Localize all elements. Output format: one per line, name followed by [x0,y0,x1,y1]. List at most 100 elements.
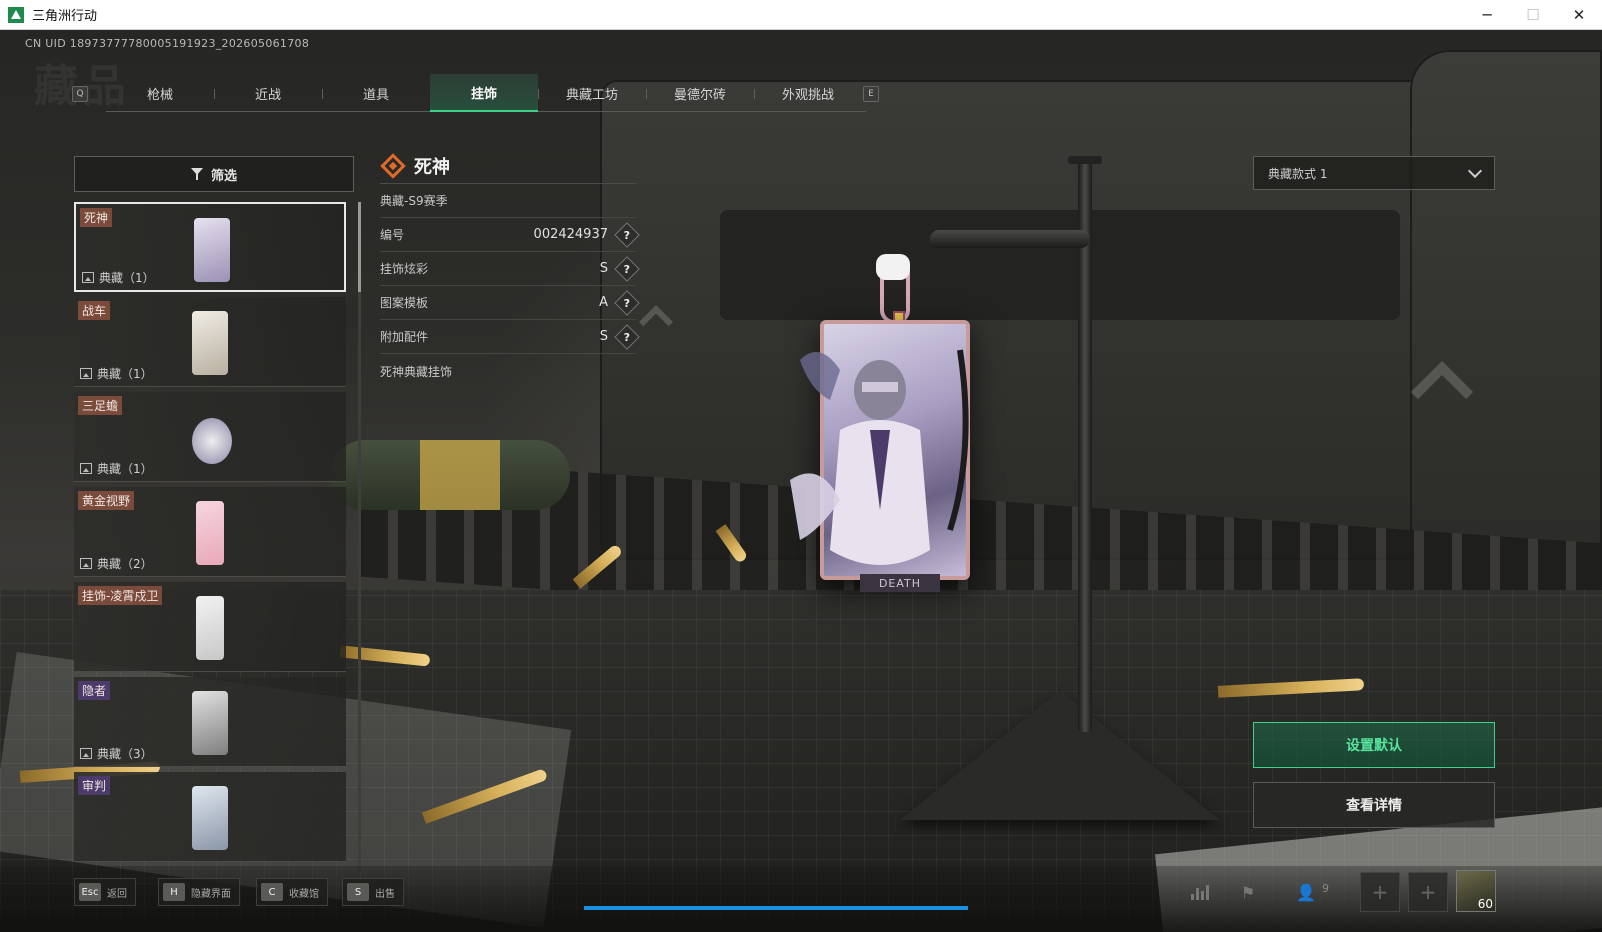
item-count-text: 典藏（1） [97,367,153,381]
help-icon[interactable]: ? [614,221,640,248]
list-scrollbar[interactable] [358,202,361,872]
style-select-value: 典藏款式 1 [1268,166,1328,181]
help-icon[interactable]: ? [614,323,640,350]
party-slot-plus-icon[interactable]: + [1360,872,1400,912]
list-item[interactable]: 黄金视野 典藏（2） [74,487,346,577]
chevron-down-icon [1467,163,1483,179]
style-select[interactable]: 典藏款式 1 [1253,156,1495,190]
player-uid: CN UID 18973777780005191923_202605061708 [25,37,310,50]
hint-label: 收藏馆 [289,888,319,900]
item-name-tag: 隐者 [78,681,111,700]
charm-thumbnail [196,501,224,565]
detail-value-wrap: S? [599,255,640,282]
help-icon[interactable]: ? [614,289,640,316]
hint-key: S [347,883,369,901]
set-default-button[interactable]: 设置默认 [1253,722,1495,768]
detail-row: 图案模板 A? [380,286,640,320]
list-item[interactable]: 死神 典藏（1） [74,202,346,292]
detail-row: 编号 002424937? [380,218,640,252]
detail-value-wrap: 002424937? [533,221,640,248]
charm-thumbnail [192,311,228,375]
close-button[interactable]: ✕ [1556,0,1602,30]
hint-hide-ui[interactable]: H 隐藏界面 [158,878,240,906]
tab-melee[interactable]: 近战 [214,74,322,112]
hint-collection[interactable]: C 收藏馆 [256,878,328,906]
view-details-button[interactable]: 查看详情 [1253,782,1495,828]
window-titlebar: 三角洲行动 ─ ☐ ✕ [0,0,1602,30]
charm-thumbnail [192,786,228,850]
category-tabs: 枪械 近战 道具 挂饰 典藏工坊 曼德尔砖 外观挑战 [106,74,866,112]
list-item[interactable]: 审判 [74,772,346,862]
friends-icon[interactable]: 👤 [1286,872,1326,912]
detail-season: 典藏-S9赛季 [380,194,448,208]
item-name-tag: 战车 [78,301,111,320]
background-canister-band [420,440,500,510]
detail-row: 附加配件 S? [380,320,640,354]
filter-button[interactable]: 筛选 [74,156,354,192]
charm-thumbnail [192,418,232,464]
detail-value: 002424937 [533,227,608,242]
hint-sell[interactable]: S 出售 [342,878,404,906]
tab-prev-key[interactable]: Q [72,86,88,102]
item-count-text: 典藏（2） [97,557,153,571]
detail-label: 附加配件 [380,330,429,344]
tab-items[interactable]: 道具 [322,74,430,112]
help-glyph: ? [623,261,631,275]
charm-thumbnail [196,596,224,660]
tab-workshop[interactable]: 典藏工坊 [538,74,646,112]
detail-label: 编号 [380,228,405,242]
charm-thumbnail [192,691,228,755]
item-count: 典藏（2） [80,555,153,572]
list-scrollbar-thumb[interactable] [358,202,361,292]
detail-header: 死神 [380,148,636,184]
list-item[interactable]: 三足蟾 典藏（1） [74,392,346,482]
charm-detail-panel: 死神 典藏-S9赛季 编号 002424937? 挂饰炫彩 S? 图案模板 A?… [380,148,640,388]
tab-mandel-brick[interactable]: 曼德尔砖 [646,74,754,112]
bar-chart-icon [1191,884,1209,900]
help-glyph: ? [623,295,631,309]
tab-firearms[interactable]: 枪械 [106,74,214,112]
help-glyph: ? [623,227,631,241]
detail-description-row: 死神典藏挂饰 [380,354,636,388]
charm-figure [790,349,969,565]
help-glyph: ? [623,329,631,343]
image-icon [80,748,92,759]
item-count: 典藏（3） [80,745,153,762]
list-item[interactable]: 战车 典藏（1） [74,297,346,387]
charm-list[interactable]: 死神 典藏（1） 战车 典藏（1） 三足蟾 典藏（1） 黄金视野 典藏（2） 挂… [74,202,354,872]
window-title: 三角洲行动 [32,9,98,24]
detail-value: A [599,295,608,310]
hint-back[interactable]: Esc 返回 [74,878,136,906]
filter-icon [190,168,205,180]
game-viewport: CN UID 18973777780005191923_202605061708… [0,30,1602,932]
detail-row: 挂饰炫彩 S? [380,252,640,286]
hint-key: C [261,883,283,901]
detail-name: 死神 [414,156,450,178]
list-item[interactable]: 隐者 典藏（3） [74,677,346,767]
help-icon[interactable]: ? [614,255,640,282]
background-case [1410,50,1602,610]
tab-next-key[interactable]: E [863,86,879,102]
app-logo-icon [8,6,24,23]
item-count-text: 典藏（1） [99,271,155,285]
detail-description: 死神典藏挂饰 [380,364,453,379]
minimize-button[interactable]: ─ [1464,0,1510,30]
detail-season-row: 典藏-S9赛季 [380,184,636,218]
display-stand-base [900,690,1220,820]
party-slot-plus-icon[interactable]: + [1408,872,1448,912]
stats-icon[interactable] [1180,872,1220,912]
item-name-tag: 死神 [80,208,113,227]
list-item[interactable]: 挂饰-凌霄戍卫 [74,582,346,672]
maximize-button[interactable]: ☐ [1510,0,1556,30]
item-count: 典藏（1） [80,460,153,477]
avatar[interactable]: 60 [1456,870,1496,912]
tab-appearance-challenge[interactable]: 外观挑战 [754,74,862,112]
image-icon [80,463,92,474]
hint-label: 隐藏界面 [191,888,231,900]
detail-value-wrap: S? [600,323,640,350]
image-icon [82,272,94,283]
item-name-tag: 挂饰-凌霄戍卫 [78,586,163,605]
tab-charms[interactable]: 挂饰 [430,74,538,112]
flag-icon[interactable]: ⚑ [1228,872,1268,912]
detail-value: S [599,261,608,276]
